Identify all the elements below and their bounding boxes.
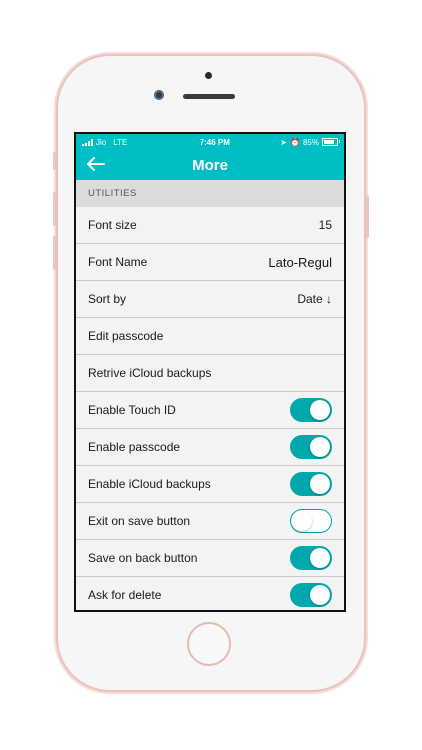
setting-row-enable-passcode: Enable passcode bbox=[76, 429, 344, 466]
row-label: Exit on save button bbox=[88, 514, 191, 528]
setting-row-edit-passcode[interactable]: Edit passcode bbox=[76, 318, 344, 355]
row-label: Retrive iCloud backups bbox=[88, 366, 212, 380]
section-header-utilities: UTILITIES bbox=[76, 180, 344, 207]
setting-row-font-name[interactable]: Font Name Lato-Regul bbox=[76, 244, 344, 281]
save-on-back-button-toggle[interactable] bbox=[290, 546, 332, 570]
front-camera bbox=[154, 90, 164, 100]
setting-row-enable-icloud-backups: Enable iCloud backups bbox=[76, 466, 344, 503]
setting-row-ask-for-delete: Ask for delete bbox=[76, 577, 344, 610]
sort-by-value: Date ↓ bbox=[297, 292, 332, 306]
navigation-bar: More bbox=[76, 150, 344, 180]
setting-row-exit-on-save-button: Exit on save button bbox=[76, 503, 344, 540]
ask-for-delete-toggle[interactable] bbox=[290, 583, 332, 607]
toggle-knob bbox=[292, 511, 312, 531]
power-button bbox=[366, 196, 369, 238]
font-size-value: 15 bbox=[318, 218, 332, 232]
page-title: More bbox=[192, 156, 228, 174]
enable-passcode-toggle[interactable] bbox=[290, 435, 332, 459]
alarm-icon: ⏰ bbox=[290, 137, 300, 147]
app-screen: Jio LTE 7:46 PM ➤ ⏰ 85% More UTILITIES F… bbox=[74, 132, 346, 612]
phone-frame: Jio LTE 7:46 PM ➤ ⏰ 85% More UTILITIES F… bbox=[53, 56, 369, 690]
arrow-left-icon[interactable] bbox=[86, 154, 108, 176]
battery-percent: 85% bbox=[302, 137, 319, 147]
proximity-sensor bbox=[205, 72, 212, 79]
earpiece-speaker bbox=[183, 94, 235, 99]
setting-row-enable-touch-id: Enable Touch ID bbox=[76, 392, 344, 429]
setting-row-retrive-icloud-backups[interactable]: Retrive iCloud backups bbox=[76, 355, 344, 392]
row-label: Enable Touch ID bbox=[88, 403, 176, 417]
enable-touch-id-toggle[interactable] bbox=[290, 398, 332, 422]
toggle-knob bbox=[310, 474, 330, 494]
mute-switch bbox=[53, 152, 56, 170]
row-label: Ask for delete bbox=[88, 588, 162, 602]
exit-on-save-button-toggle[interactable] bbox=[290, 509, 332, 533]
status-time: 7:46 PM bbox=[199, 137, 230, 147]
setting-row-sort-by[interactable]: Sort by Date ↓ bbox=[76, 281, 344, 318]
enable-icloud-backups-toggle[interactable] bbox=[290, 472, 332, 496]
volume-up-button bbox=[53, 192, 56, 226]
toggle-knob bbox=[310, 548, 330, 568]
row-label: Font size bbox=[88, 218, 137, 232]
section-title: UTILITIES bbox=[88, 188, 137, 199]
signal-icon bbox=[82, 138, 93, 146]
row-label: Enable passcode bbox=[88, 440, 181, 454]
font-name-value: Lato-Regul bbox=[268, 254, 332, 270]
home-button[interactable] bbox=[187, 622, 231, 666]
location-icon: ➤ bbox=[280, 137, 287, 147]
row-label: Enable iCloud backups bbox=[88, 477, 211, 491]
volume-down-button bbox=[53, 236, 56, 270]
toggle-knob bbox=[310, 585, 330, 605]
status-bar: Jio LTE 7:46 PM ➤ ⏰ 85% bbox=[76, 134, 344, 150]
toggle-knob bbox=[310, 437, 330, 457]
toggle-knob bbox=[310, 400, 330, 420]
row-label: Sort by bbox=[88, 292, 127, 306]
row-label: Edit passcode bbox=[88, 329, 164, 343]
row-label: Save on back button bbox=[88, 551, 198, 565]
carrier-name: Jio bbox=[96, 137, 107, 147]
setting-row-font-size[interactable]: Font size 15 bbox=[76, 207, 344, 244]
setting-row-save-on-back-button: Save on back button bbox=[76, 540, 344, 577]
network-type: LTE bbox=[113, 137, 128, 147]
battery-icon bbox=[321, 138, 340, 146]
row-label: Font Name bbox=[88, 255, 148, 269]
